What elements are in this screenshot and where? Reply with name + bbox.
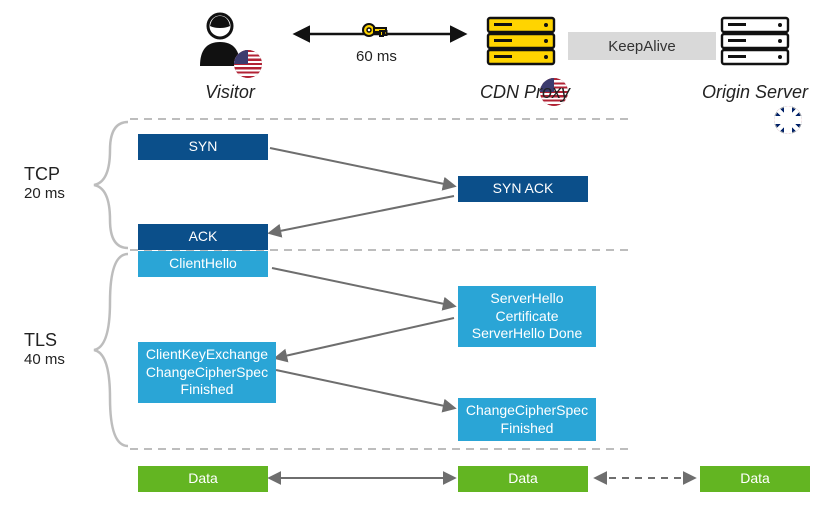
msg-server-hello-block: ServerHello Certificate ServerHello Done (458, 286, 596, 347)
arrows-layer (0, 0, 824, 514)
msg-data-cdn: Data (458, 466, 588, 492)
diagram-canvas: Visitor 60 ms (0, 0, 824, 514)
msg-client-key-block: ClientKeyExchange ChangeCipherSpec Finis… (138, 342, 276, 403)
msg-ack: ACK (138, 224, 268, 250)
msg-data-visitor: Data (138, 466, 268, 492)
msg-server-finish-block: ChangeCipherSpec Finished (458, 398, 596, 441)
msg-client-hello: ClientHello (138, 251, 268, 277)
msg-data-origin: Data (700, 466, 810, 492)
msg-syn: SYN (138, 134, 268, 160)
msg-syn-ack: SYN ACK (458, 176, 588, 202)
